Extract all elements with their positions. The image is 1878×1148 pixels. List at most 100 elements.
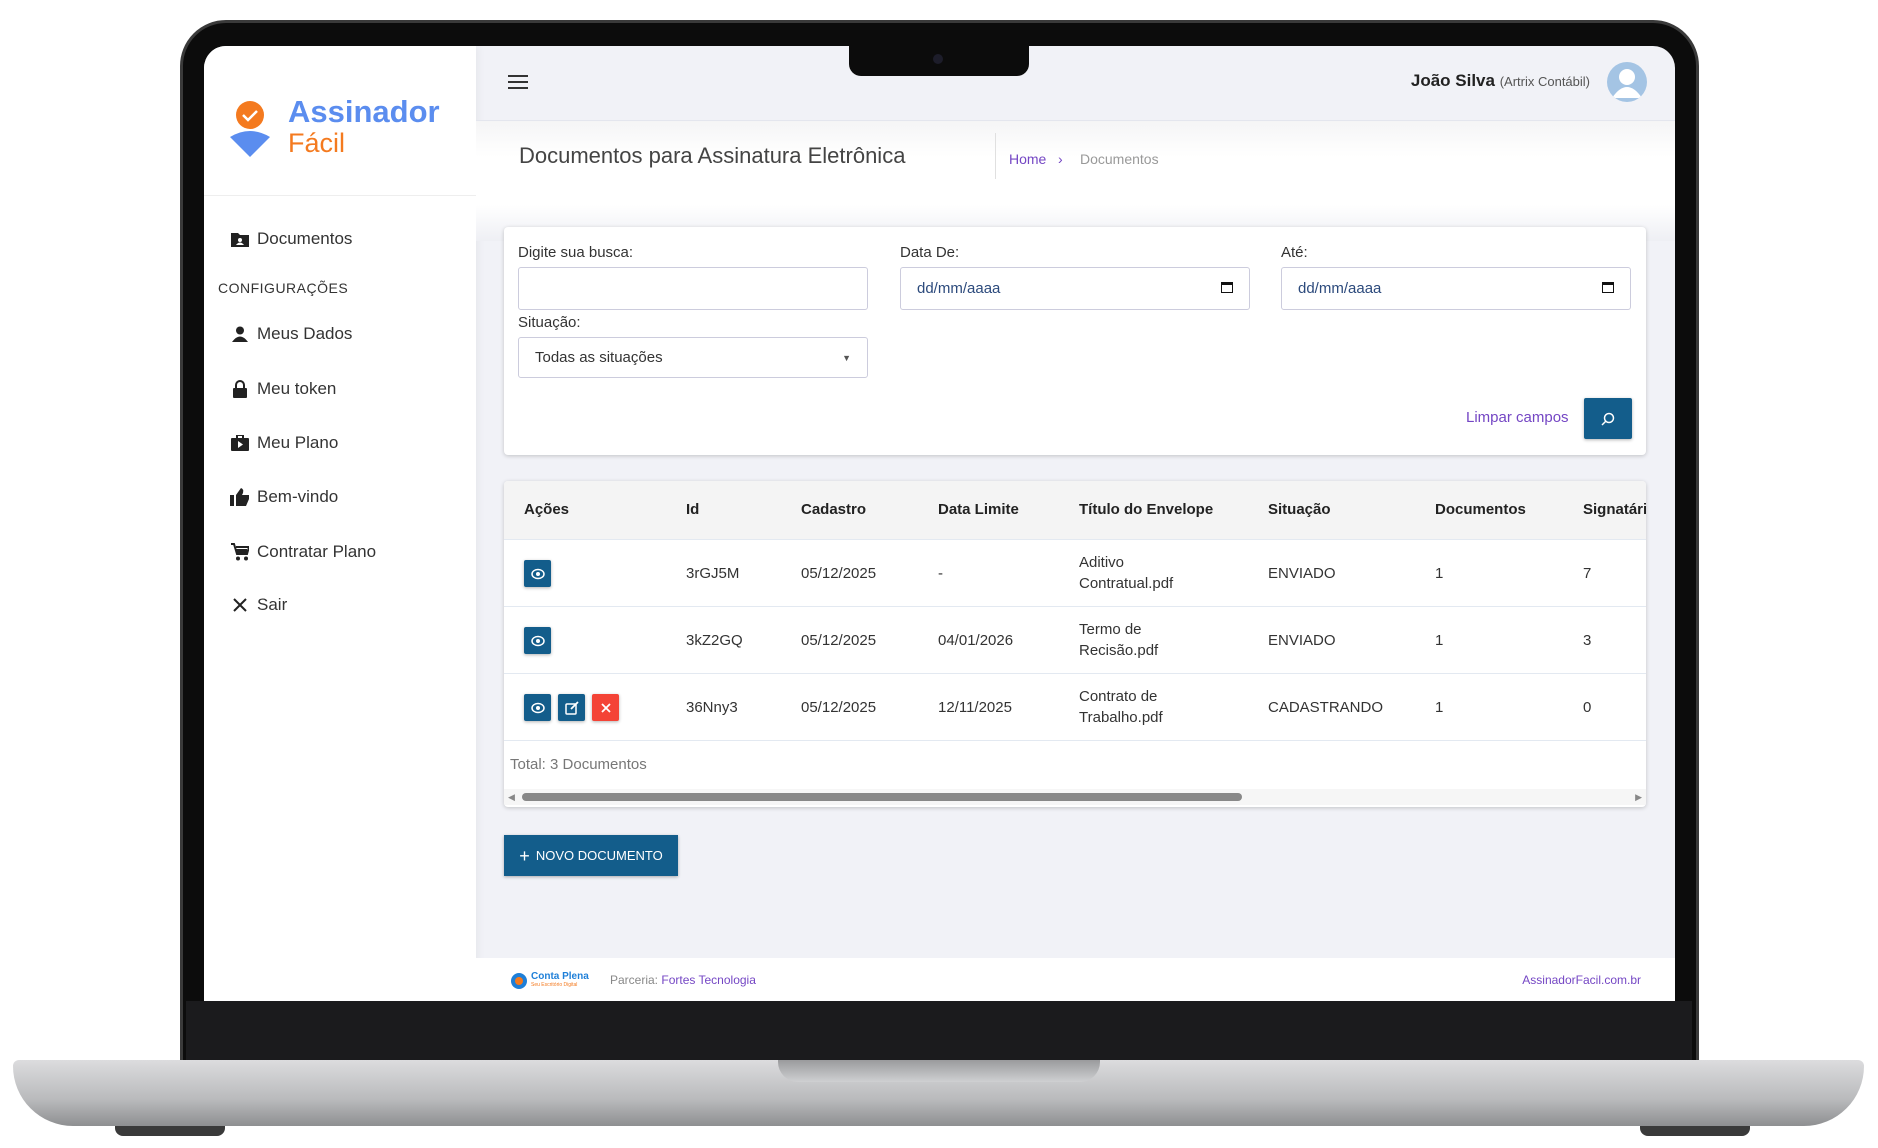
horizontal-scrollbar[interactable]: ◀ ▶ <box>504 789 1646 805</box>
total-count: Total: 3 Documentos <box>510 756 647 773</box>
search-label: Digite sua busca: <box>518 244 634 261</box>
cell-cadastro: 05/12/2025 <box>801 699 877 716</box>
date-to-placeholder: dd/mm/aaaa <box>1298 280 1382 297</box>
laptop-foot <box>115 1126 225 1136</box>
view-button[interactable] <box>524 560 551 587</box>
column-header[interactable]: Data Limite <box>938 501 1019 518</box>
search-input[interactable] <box>518 267 868 310</box>
site-link[interactable]: AssinadorFacil.com.br <box>1522 973 1641 987</box>
new-document-button[interactable]: + NOVO DOCUMENTO <box>504 835 678 876</box>
new-document-label: NOVO DOCUMENTO <box>535 848 663 863</box>
footer: Conta Plena Seu Escritório Digital Parcer… <box>476 958 1675 1001</box>
eye-icon <box>530 635 545 647</box>
cell-situacao: ENVIADO <box>1268 632 1336 649</box>
cell-titulo: Contratual.pdf <box>1079 575 1174 592</box>
person-icon <box>222 326 257 342</box>
column-header[interactable]: Id <box>686 501 699 518</box>
breadcrumb-separator: › <box>1058 151 1063 167</box>
cart-icon <box>222 543 257 561</box>
sidebar-item-documentos[interactable]: Documentos <box>222 222 462 256</box>
delete-icon <box>600 702 611 713</box>
status-select-value: Todas as situações <box>535 349 663 366</box>
chevron-down-icon: ▼ <box>842 352 851 363</box>
cell-id: 36Nny3 <box>686 699 738 716</box>
cell-titulo: Termo de <box>1079 621 1142 638</box>
cell-data-limite: - <box>938 565 943 582</box>
cell-data-limite: 12/11/2025 <box>938 699 1012 716</box>
sidebar-item-label: Sair <box>257 595 288 614</box>
lock-icon <box>222 380 257 398</box>
breadcrumb-current: Documentos <box>1080 151 1159 167</box>
delete-button[interactable] <box>592 694 619 721</box>
cell-id: 3kZ2GQ <box>686 632 743 649</box>
cell-id: 3rGJ5M <box>686 565 740 582</box>
sidebar-item-label: Meu Plano <box>257 433 339 452</box>
sidebar-item-label: Bem-vindo <box>257 487 339 506</box>
edit-icon <box>564 700 579 715</box>
brand-logo[interactable]: Assinador Fácil <box>204 46 476 196</box>
search-icon <box>1601 412 1615 426</box>
table-row[interactable]: 3rGJ5M 05/12/2025 - Aditivo Contratual.pd… <box>504 539 1646 606</box>
conta-plena-subtitle: Seu Escritório Digital <box>531 982 578 988</box>
column-header[interactable]: Situação <box>1268 501 1331 518</box>
breadcrumb-home[interactable]: Home <box>1009 151 1046 167</box>
sidebar-item-label: Contratar Plano <box>257 542 377 561</box>
hamburger-menu-icon[interactable] <box>508 75 528 91</box>
user-name: João Silva <box>1410 71 1495 90</box>
sidebar-item-meu-token[interactable]: Meu token <box>222 372 462 406</box>
plus-icon: + <box>519 845 530 866</box>
close-icon <box>222 598 257 612</box>
page-title: Documentos para Assinatura Eletrônica <box>519 143 906 168</box>
status-label: Situação: <box>518 314 581 331</box>
folder-user-icon <box>222 232 257 247</box>
edit-button[interactable] <box>558 694 585 721</box>
cell-documentos: 1 <box>1435 699 1444 716</box>
avatar[interactable] <box>1607 62 1647 102</box>
partner-label: Parceria: <box>610 973 659 987</box>
date-from-placeholder: dd/mm/aaaa <box>917 280 1001 297</box>
logo-text-sub: Fácil <box>288 128 346 158</box>
eye-icon <box>530 702 545 714</box>
scrollbar-thumb[interactable] <box>522 793 1242 801</box>
view-button[interactable] <box>524 694 551 721</box>
date-to-label: Até: <box>1281 244 1308 261</box>
clear-fields-link[interactable]: Limpar campos <box>1466 409 1569 426</box>
column-header[interactable]: Cadastro <box>801 501 866 518</box>
date-from-label: Data De: <box>900 244 960 261</box>
cell-situacao: CADASTRANDO <box>1268 699 1384 716</box>
sidebar-item-contratar-plano[interactable]: Contratar Plano <box>222 535 462 569</box>
date-to-input[interactable]: dd/mm/aaaa <box>1281 267 1631 310</box>
cell-titulo: Aditivo <box>1079 554 1125 571</box>
sidebar-item-sair[interactable]: Sair <box>222 588 462 622</box>
cell-signatarios: 3 <box>1583 632 1592 649</box>
partner-link[interactable]: Fortes Tecnologia <box>661 973 756 987</box>
laptop-base <box>13 1060 1864 1126</box>
cell-signatarios: 0 <box>1583 699 1592 716</box>
calendar-icon[interactable] <box>1221 280 1233 297</box>
date-from-input[interactable]: dd/mm/aaaa <box>900 267 1250 310</box>
table-row[interactable]: 3kZ2GQ 05/12/2025 04/01/2026 Termo de Rec… <box>504 606 1646 673</box>
sidebar-item-meus-dados[interactable]: Meus Dados <box>222 317 462 351</box>
user-info[interactable]: João Silva (Artrix Contábil) <box>1411 71 1590 91</box>
column-header[interactable]: Título do Envelope <box>1079 501 1213 518</box>
column-header[interactable]: Documentos <box>1435 501 1526 518</box>
sidebar-item-label: Meu token <box>257 379 337 398</box>
cell-titulo: Recisão.pdf <box>1079 642 1159 659</box>
status-select[interactable]: Todas as situações ▼ <box>518 337 868 378</box>
laptop-chin <box>186 1001 1692 1060</box>
sidebar-section-heading: CONFIGURAÇÕES <box>218 280 349 296</box>
cell-documentos: 1 <box>1435 565 1444 582</box>
search-button[interactable] <box>1584 398 1632 439</box>
screen: Assinador Fácil Documentos CONFIGURAÇÕES… <box>204 46 1675 1001</box>
calendar-icon[interactable] <box>1602 280 1614 297</box>
conta-plena-logo: Conta Plena Seu Escritório Digital <box>510 972 589 990</box>
table-row[interactable]: 36Nny3 05/12/2025 12/11/2025 Contrato de… <box>504 673 1646 740</box>
sidebar-item-bem-vindo[interactable]: Bem-vindo <box>222 480 462 514</box>
filter-card: Digite sua busca: Data De: dd/mm/aaaa At… <box>504 227 1646 455</box>
view-button[interactable] <box>524 627 551 654</box>
cell-titulo: Trabalho.pdf <box>1079 709 1163 726</box>
briefcase-icon <box>222 435 257 451</box>
conta-plena-text: Conta Plena <box>531 971 589 982</box>
column-header[interactable]: Signatári <box>1583 501 1646 518</box>
sidebar-item-meu-plano[interactable]: Meu Plano <box>222 426 462 460</box>
